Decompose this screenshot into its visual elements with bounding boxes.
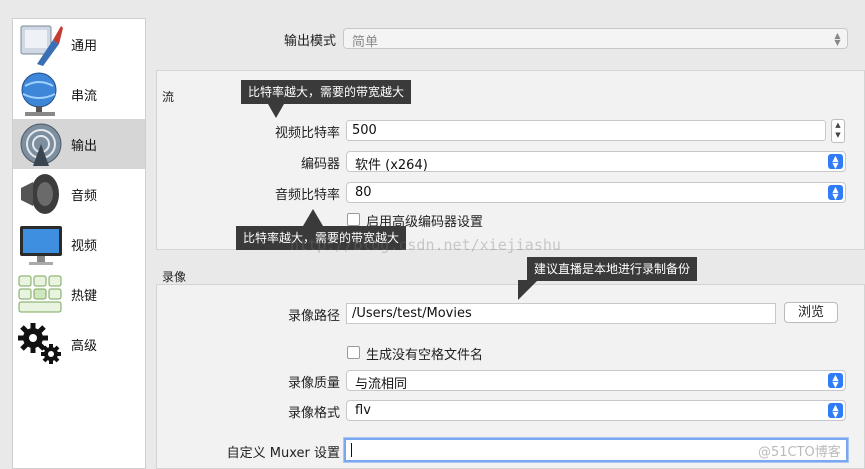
sidebar-item-output[interactable]: 输出 (13, 119, 145, 169)
annotation-recording: 建议直播是本地进行录制备份 (527, 257, 698, 281)
recording-format-value: flv (355, 403, 371, 418)
stream-icon (21, 72, 57, 116)
text-caret (351, 442, 352, 457)
sidebar-item-label: 热键 (71, 288, 98, 304)
output-icon (20, 123, 62, 166)
sidebar-item-general[interactable]: 通用 (13, 19, 145, 69)
annotation-video-bitrate: 比特率越大，需要的带宽越大 (241, 80, 412, 104)
sidebar-item-label: 通用 (71, 38, 98, 54)
sidebar-item-label: 视频 (71, 238, 98, 254)
recording-path-value: /Users/test/Movies (352, 306, 472, 321)
annotation-arrow (518, 280, 538, 300)
video-bitrate-value: 500 (352, 123, 377, 138)
sidebar-item-label: 串流 (71, 88, 98, 104)
no-space-filename-checkbox[interactable] (347, 346, 360, 359)
recording-quality-value: 与流相同 (355, 377, 408, 392)
recording-section-title: 录像 (162, 270, 187, 284)
output-mode-label: 输出模式 (283, 34, 336, 49)
chevron-updown-icon: ▲ ▼ (834, 31, 841, 47)
audio-bitrate-value: 80 (355, 185, 372, 200)
audio-bitrate-label: 音频比特率 (274, 188, 340, 203)
chevron-updown-icon: ▲ ▼ (828, 185, 843, 201)
sidebar-item-label: 输出 (71, 138, 98, 154)
recording-format-label: 录像格式 (287, 406, 340, 421)
settings-sidebar: 通用 串流 输出 音频 视频 热键 高级 (12, 18, 146, 469)
chevron-updown-icon: ▲ ▼ (828, 373, 843, 389)
sidebar-item-advanced[interactable]: 高级 (13, 319, 145, 369)
output-mode-select[interactable]: 简单 ▲ ▼ (343, 28, 848, 50)
annotation-arrow (268, 104, 284, 118)
video-bitrate-input[interactable]: 500 (346, 120, 826, 141)
recording-quality-label: 录像质量 (287, 376, 340, 391)
hotkeys-icon (18, 275, 62, 313)
sidebar-item-video[interactable]: 视频 (13, 219, 145, 269)
recording-path-label: 录像路径 (287, 309, 340, 324)
no-space-filename-label: 生成没有空格文件名 (366, 348, 484, 363)
browse-button[interactable]: 浏览 (784, 302, 838, 323)
encoder-label: 编码器 (300, 157, 340, 172)
output-mode-value: 简单 (352, 35, 379, 50)
sidebar-item-label: 高级 (71, 338, 98, 354)
annotation-arrow (303, 209, 323, 226)
advanced-icon (18, 323, 61, 364)
recording-quality-select[interactable]: 与流相同 ▲ ▼ (346, 370, 846, 392)
recording-format-select[interactable]: flv ▲ ▼ (346, 400, 846, 421)
encoder-value: 软件 (x264) (355, 158, 428, 173)
video-bitrate-label: 视频比特率 (274, 126, 340, 141)
audio-bitrate-select[interactable]: 80 ▲ ▼ (346, 182, 846, 203)
video-bitrate-stepper[interactable]: ▲ ▼ (831, 119, 845, 143)
recording-path-input[interactable]: /Users/test/Movies (346, 303, 776, 324)
encoder-select[interactable]: 软件 (x264) ▲ ▼ (346, 151, 846, 173)
audio-icon (21, 174, 59, 214)
chevron-updown-icon: ▲ ▼ (828, 154, 843, 170)
sidebar-item-label: 音频 (71, 188, 98, 204)
stream-section-title: 流 (162, 90, 175, 104)
advanced-encoder-checkbox[interactable] (347, 213, 360, 226)
general-icon (20, 25, 63, 66)
brand-watermark: @51CTO博客 (758, 445, 841, 460)
sidebar-item-hotkeys[interactable]: 热键 (13, 269, 145, 319)
chevron-updown-icon: ▲ ▼ (828, 403, 843, 419)
sidebar-item-audio[interactable]: 音频 (13, 169, 145, 219)
video-icon (20, 226, 62, 265)
sidebar-item-stream[interactable]: 串流 (13, 69, 145, 119)
url-watermark: http://blog.csdn.net/xiejiashu (290, 236, 561, 254)
custom-muxer-label: 自定义 Muxer 设置 (226, 446, 340, 461)
